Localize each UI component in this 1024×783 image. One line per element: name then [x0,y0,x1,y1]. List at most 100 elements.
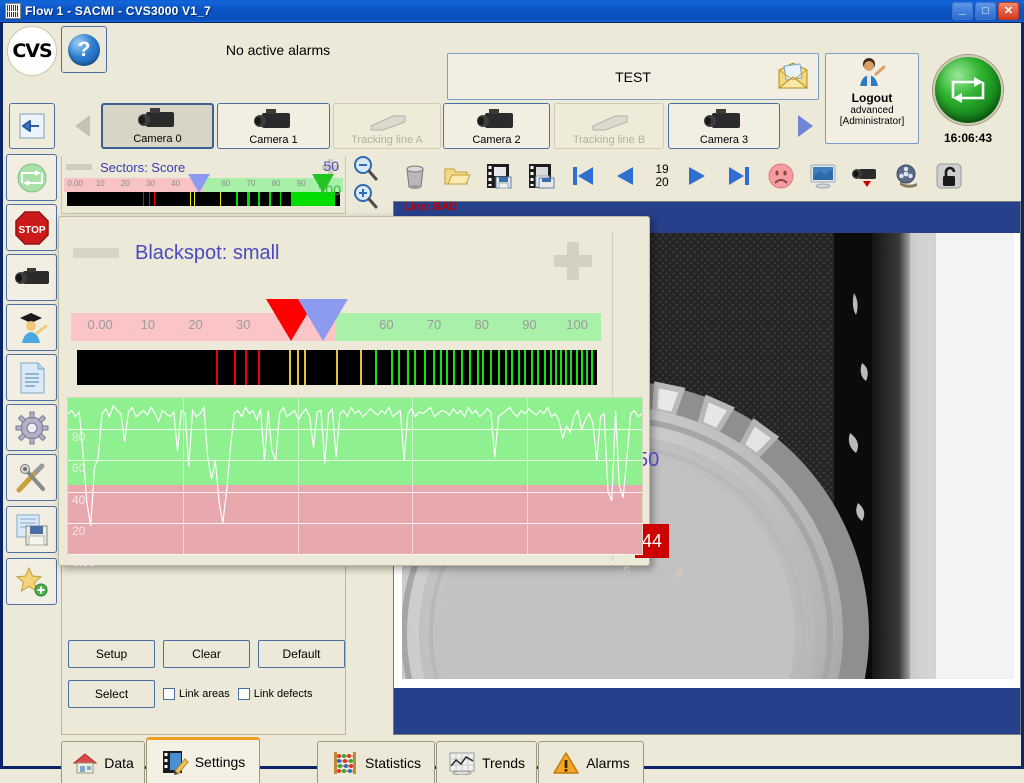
film-reel-button[interactable] [887,159,927,193]
camera-tab-1[interactable]: Camera 1 [217,103,330,149]
hist-tick-yellow [296,350,299,385]
camera-tab-0[interactable]: Camera 0 [101,103,214,149]
overlay-tick: 20 [188,317,203,332]
film-save-all-icon [529,164,555,189]
hist-tick-green [575,350,578,385]
sectors-tick: 40 [171,179,181,188]
clear-button[interactable]: Clear [163,640,250,668]
save-frame-button[interactable] [479,159,519,193]
rail-item-stop[interactable]: STOP [6,204,57,251]
tab-statistics[interactable]: Statistics [317,741,435,783]
play-icon [689,167,705,185]
tab-settings[interactable]: Settings [146,737,260,783]
rail-item-camera[interactable] [6,254,57,301]
monitor-icon [810,164,836,189]
film-save-icon [487,164,512,189]
overlay-threshold-scale[interactable]: 0.00 10 20 30 40 60 70 80 90 100 [71,299,601,345]
unlock-padlock-icon [936,163,962,189]
last-frame-button[interactable] [719,159,759,193]
tab-alarms[interactable]: Alarms [538,741,644,783]
rail-item-tools[interactable] [6,454,57,501]
hist-tick-green [586,350,589,385]
rail-item-settings[interactable] [6,404,57,451]
overlay-tick: 80 [474,317,489,332]
plus-icon[interactable] [554,242,592,280]
left-arrow-icon[interactable] [675,567,682,579]
play-button[interactable] [677,159,717,193]
back-button[interactable] [9,103,55,149]
blackspot-overlay-panel[interactable]: Blackspot: small 50 44 S 0.00 10 20 30 4… [58,216,682,579]
help-button[interactable]: ? [61,26,107,73]
hist-tick-green [375,350,378,385]
svg-text:STOP: STOP [18,225,45,236]
tracking-line-b-label: Tracking line B [572,134,646,146]
overlay-title: Blackspot: small [135,241,280,264]
overlay-marker-blue[interactable] [298,299,348,341]
hist-tick-green [445,350,448,385]
window-title: Flow 1 - SACMI - CVS3000 V1_7 [25,4,211,18]
star-add-icon [15,566,47,596]
unlock-button[interactable] [929,159,969,193]
window-controls: _ □ ✕ [952,1,1022,20]
delete-button[interactable] [395,159,435,193]
rail-item-training[interactable] [6,304,57,351]
test-recipe-button[interactable]: TEST [447,53,819,100]
camera-tab-label: Camera 0 [133,133,182,145]
open-folder-icon [444,168,471,185]
hist-tick-green [391,350,394,385]
zoom-out-button[interactable] [351,154,379,182]
question-mark-icon: ? [68,33,100,66]
tab-trends[interactable]: Trends [436,741,537,783]
rail-item-save[interactable] [6,506,57,553]
sectors-marker-blue[interactable] [188,174,211,193]
trash-can-icon [406,165,424,189]
hist-tick-green [432,350,435,385]
camcorder-button[interactable] [845,159,885,193]
sectors-tick: 80 [271,179,281,188]
zoom-in-button[interactable] [351,182,379,210]
prev-camera-button[interactable] [65,103,101,149]
tracking-line-b-tab: Tracking line B [554,103,664,149]
stop-sign-icon: STOP [14,210,49,245]
maximize-button[interactable]: □ [975,2,996,20]
setup-button[interactable]: Setup [68,640,155,668]
step-back-button[interactable] [605,159,645,193]
checkbox-box [163,688,175,700]
sectors-scale[interactable]: 0.00 10 20 30 40 60 70 80 90 [64,174,343,193]
rail-item-report[interactable] [6,354,57,401]
first-frame-button[interactable] [563,159,603,193]
hist-tick-green [536,350,539,385]
tool-rail: STOP [3,154,59,634]
link-areas-checkbox[interactable]: Link areas [163,688,230,700]
camera-tab-label: Camera 2 [472,134,521,146]
default-button[interactable]: Default [258,640,345,668]
tracking-line-a-tab: Tracking line A [333,103,441,149]
sectors-tick: 70 [246,179,256,188]
media-toolbar: 19 20 [395,154,1021,198]
tab-data[interactable]: Data [61,741,145,783]
gear-icon [15,411,48,444]
minimize-button[interactable]: _ [952,1,973,20]
link-defects-checkbox[interactable]: Link defects [237,688,312,700]
camera-tab-label: Camera 3 [699,134,749,146]
reject-button[interactable] [761,159,801,193]
tab-settings-label: Settings [194,753,246,770]
zoom-in-icon [354,184,378,209]
green-cycle-icon [17,163,46,192]
monitor-button[interactable] [803,159,843,193]
hist-tick-green [523,350,526,385]
right-triangle-icon [798,115,813,137]
save-all-frames-button[interactable] [521,159,561,193]
camera-tab-label: Camera 1 [249,134,298,146]
camera-tab-3[interactable]: Camera 3 [668,103,780,149]
overlay-tick: 100 [566,317,588,332]
sectors-tick: 90 [296,179,306,188]
rail-item-cycle[interactable] [6,154,57,201]
next-camera-button[interactable] [787,103,823,149]
select-button[interactable]: Select [68,680,155,708]
camera-tab-2[interactable]: Camera 2 [443,103,550,149]
open-folder-button[interactable] [437,159,477,193]
rail-item-add-favourite[interactable] [6,558,57,605]
trend-chart[interactable]: 0.00 20 40 60 80 [67,397,643,569]
close-button[interactable]: ✕ [998,2,1019,20]
